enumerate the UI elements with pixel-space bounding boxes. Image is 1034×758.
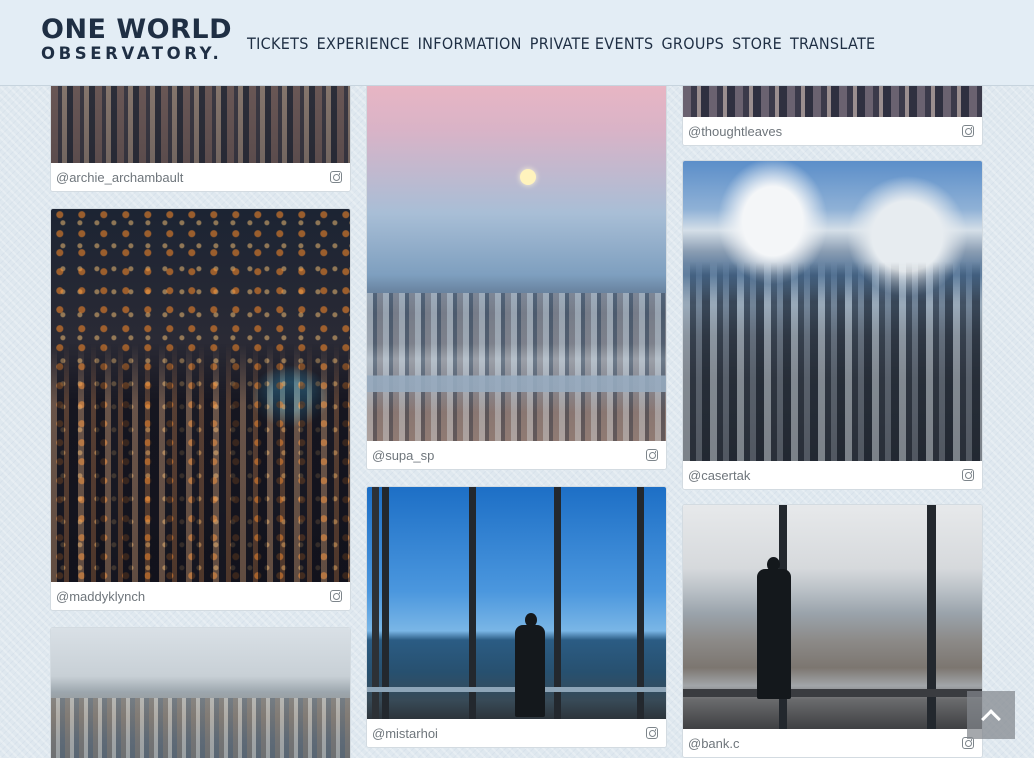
skyline-detail: [51, 344, 350, 584]
instagram-icon[interactable]: [330, 590, 342, 602]
window-frame: [637, 487, 644, 719]
back-to-top-button[interactable]: [967, 691, 1015, 739]
person-silhouette: [515, 625, 545, 717]
feed-photo[interactable]: [367, 61, 666, 443]
nav-groups[interactable]: GROUPS: [661, 34, 724, 53]
site-logo[interactable]: ONE WORLD OBSERVATORY.: [41, 16, 232, 63]
window-frame: [469, 487, 476, 719]
chevron-up-icon: [981, 708, 1001, 729]
instagram-icon[interactable]: [962, 469, 974, 481]
feed-caption: @archie_archambault: [51, 163, 350, 191]
feed-photo[interactable]: [51, 628, 350, 758]
instagram-icon[interactable]: [646, 449, 658, 461]
window-frame: [554, 487, 561, 719]
feed-card[interactable]: @maddyklynch: [50, 208, 351, 611]
feed-caption: @casertak: [683, 461, 982, 489]
feed-username[interactable]: @supa_sp: [372, 448, 434, 463]
window-rail: [683, 689, 982, 697]
skyline-detail: [367, 293, 666, 443]
logo-line-2: OBSERVATORY.: [41, 44, 223, 63]
feed-caption: @thoughtleaves: [683, 117, 982, 145]
feed-username[interactable]: @casertak: [688, 468, 750, 483]
nav-information[interactable]: INFORMATION: [418, 34, 522, 53]
feed-username[interactable]: @maddyklynch: [56, 589, 145, 604]
feed-username[interactable]: @archie_archambault: [56, 170, 183, 185]
person-silhouette: [757, 569, 791, 699]
feed-card[interactable]: @casertak: [682, 160, 983, 490]
feed-card[interactable]: @supa_sp: [366, 60, 667, 470]
feed-photo[interactable]: [51, 209, 350, 584]
instagram-icon[interactable]: [962, 125, 974, 137]
feed-username[interactable]: @thoughtleaves: [688, 124, 782, 139]
nav-translate[interactable]: TRANSLATE: [790, 34, 875, 53]
feed-photo[interactable]: [683, 161, 982, 462]
main-nav: TICKETS EXPERIENCE INFORMATION PRIVATE E…: [247, 34, 883, 53]
feed-caption: @maddyklynch: [51, 582, 350, 610]
site-header: ONE WORLD OBSERVATORY. TICKETS EXPERIENC…: [0, 0, 1034, 86]
skyline-detail: [51, 698, 350, 758]
skyline-detail: [683, 262, 982, 462]
feed-caption: @bank.c: [683, 729, 982, 757]
nav-experience[interactable]: EXPERIENCE: [317, 34, 410, 53]
feed-photo[interactable]: [683, 505, 982, 731]
feed-caption: @supa_sp: [367, 441, 666, 469]
feed-caption: @mistarhoi: [367, 719, 666, 747]
nav-private-events[interactable]: PRIVATE EVENTS: [530, 34, 654, 53]
feed-username[interactable]: @bank.c: [688, 736, 740, 751]
window-frame: [927, 505, 936, 731]
moon: [520, 169, 536, 185]
instagram-icon[interactable]: [330, 171, 342, 183]
feed-card[interactable]: @mistarhoi: [366, 486, 667, 748]
nav-tickets[interactable]: TICKETS: [247, 34, 309, 53]
logo-line-1: ONE WORLD: [41, 14, 233, 45]
nav-store[interactable]: STORE: [732, 34, 782, 53]
instagram-icon[interactable]: [646, 727, 658, 739]
feed-username[interactable]: @mistarhoi: [372, 726, 438, 741]
feed-card[interactable]: @bank.c: [682, 504, 983, 758]
feed-card[interactable]: [50, 627, 351, 758]
feed-photo[interactable]: [367, 487, 666, 719]
window-frame: [382, 487, 389, 719]
